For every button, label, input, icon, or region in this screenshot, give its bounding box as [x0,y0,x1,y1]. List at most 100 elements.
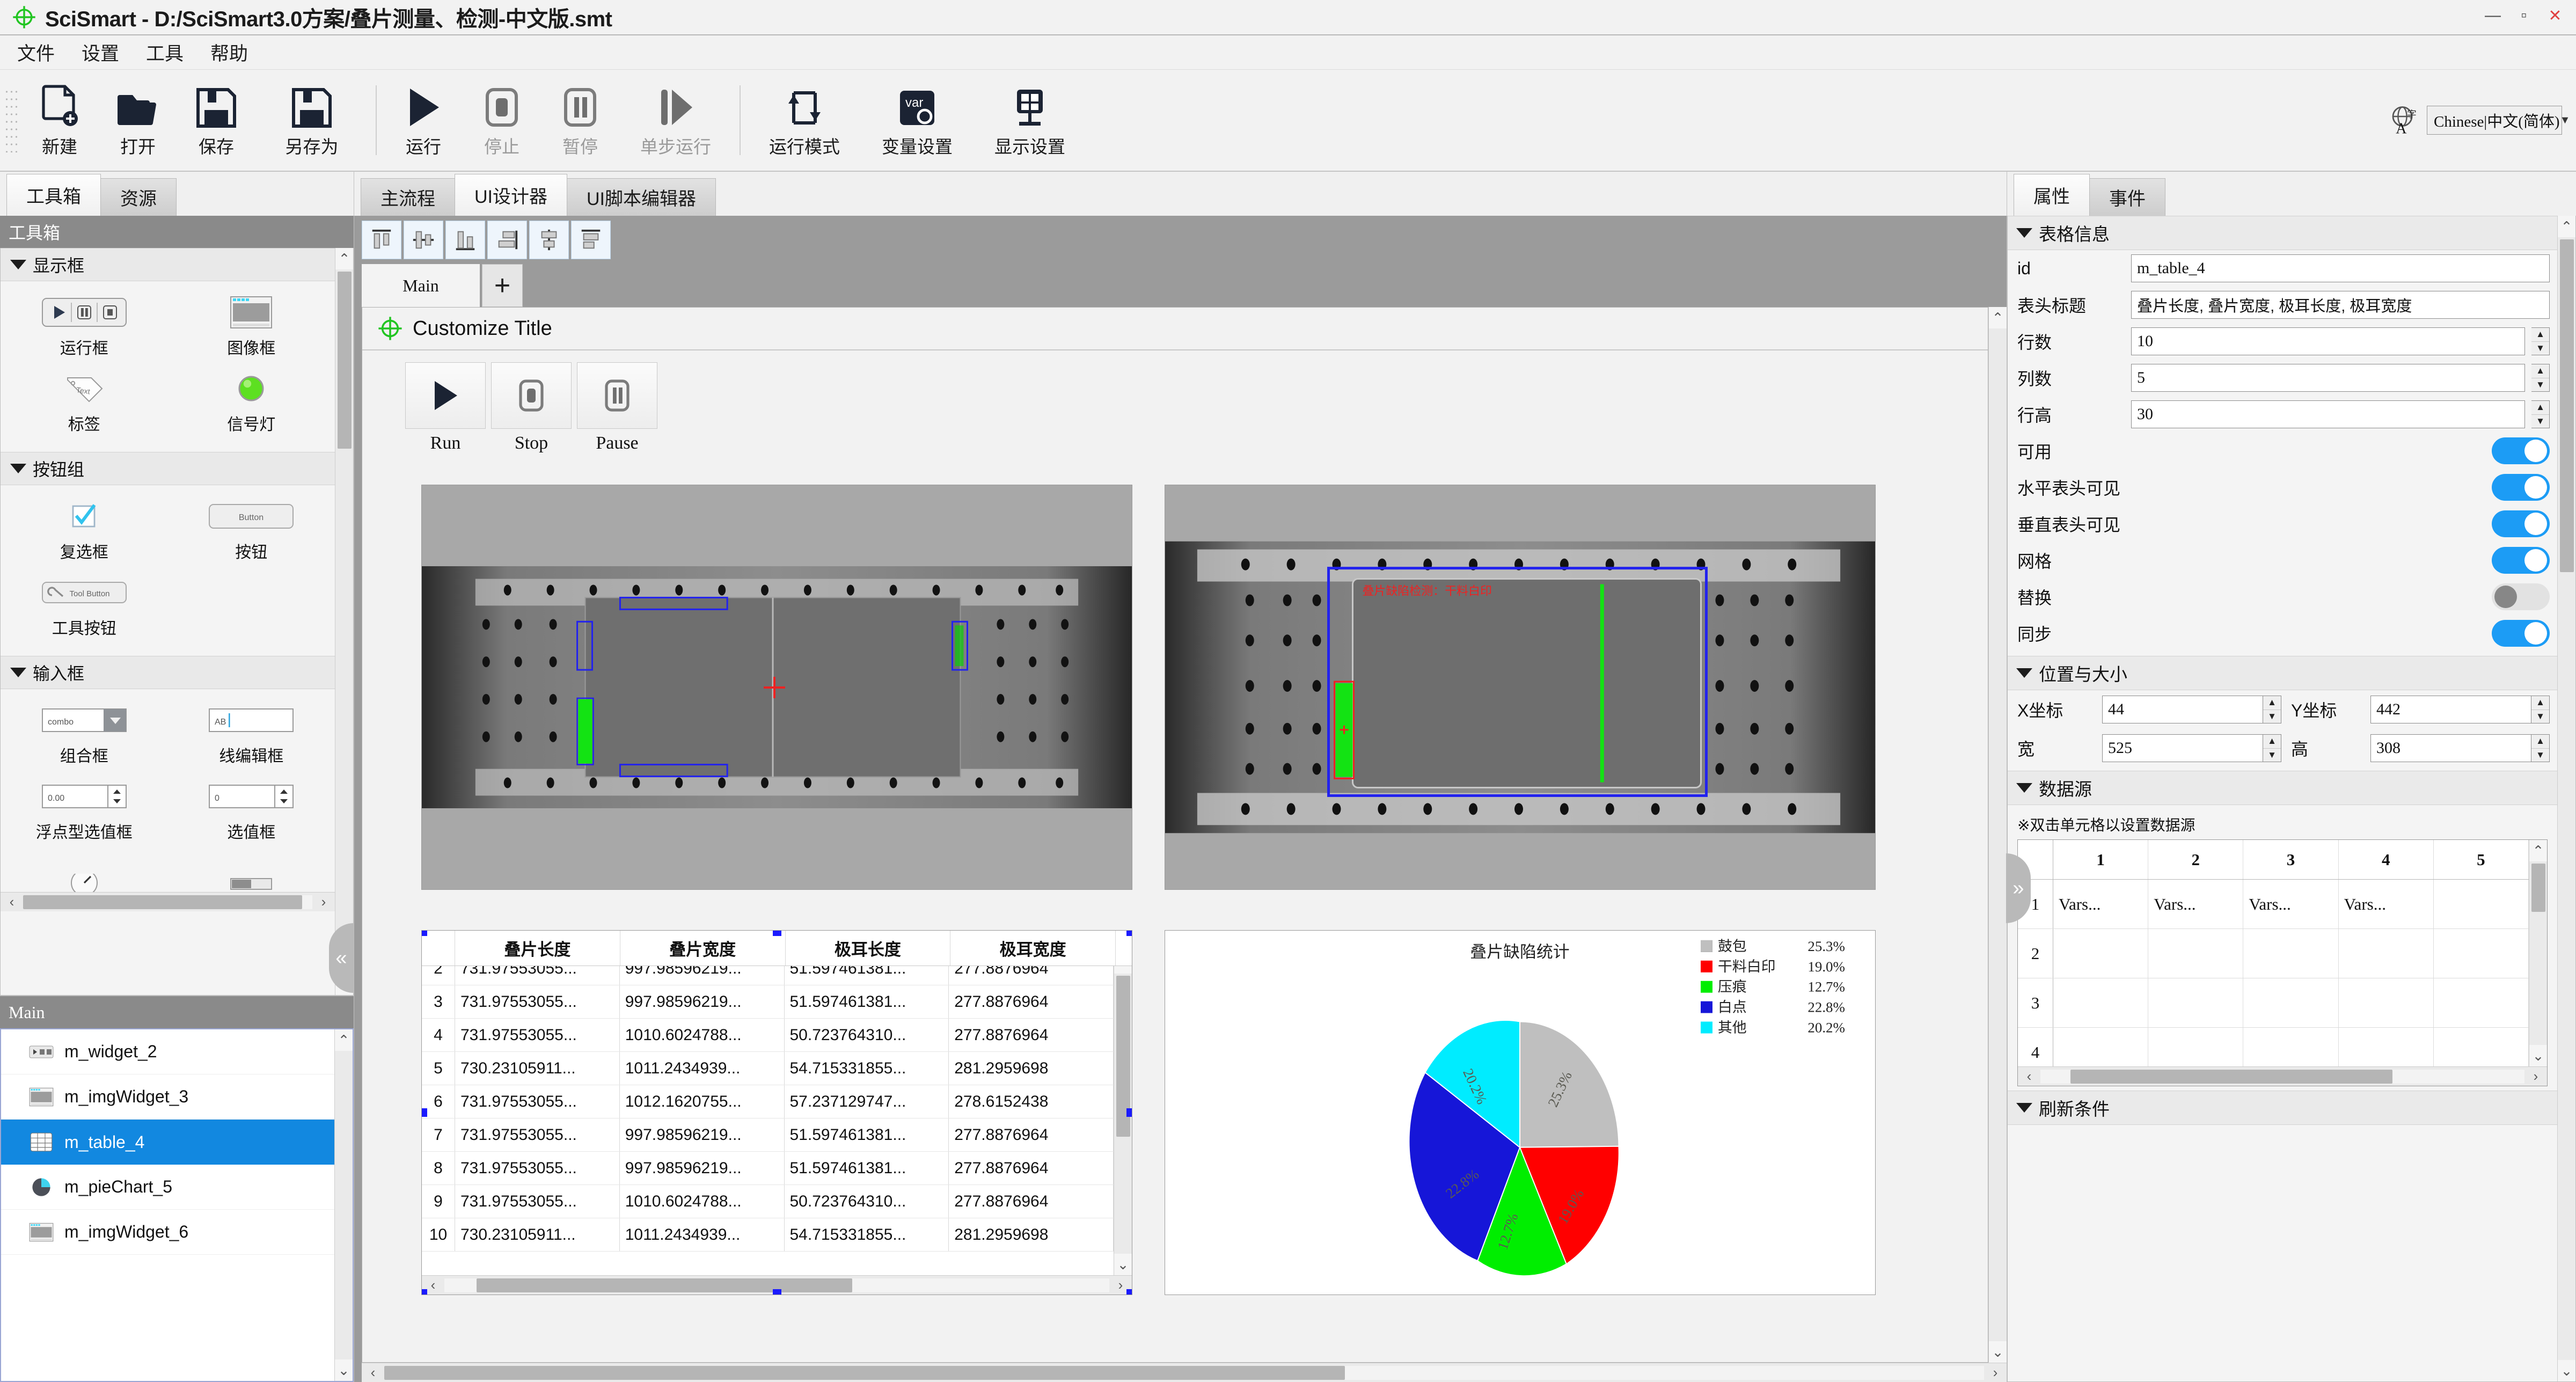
spin-up-icon[interactable]: ▲ [2531,328,2549,342]
tab-main-flow[interactable]: 主流程 [361,178,455,216]
table-row[interactable]: 6 731.97553055... 1012.1620755... 57.237… [422,1085,1114,1118]
grid-toggle[interactable] [2492,547,2550,574]
table-hscrollbar[interactable]: ‹ › [422,1275,1132,1295]
tool-signal-lamp[interactable]: 信号灯 [168,365,335,441]
toolbox-group-inputs[interactable]: 输入框 [1,656,335,689]
toolbox-hscrollbar[interactable]: ‹ › [1,892,335,911]
table-cell[interactable]: 731.97553055... [455,1152,620,1184]
table-cell[interactable]: 731.97553055... [455,1019,620,1051]
spin-down-icon[interactable]: ▼ [2263,749,2281,762]
sync-toggle[interactable] [2492,620,2550,647]
scroll-down-icon[interactable]: ⌄ [335,1359,353,1381]
table-cell[interactable]: 731.97553055... [455,985,620,1018]
vheader-visible-toggle[interactable] [2492,510,2550,537]
scroll-up-icon[interactable]: ⌃ [2529,840,2547,861]
spin-up-icon[interactable]: ▲ [2531,696,2549,710]
scroll-left-icon[interactable]: ‹ [2018,1068,2040,1085]
toolbar-stop-button[interactable]: 停止 [463,75,541,166]
data-source-vscroll-thumb[interactable] [2531,864,2545,912]
table-row[interactable]: 10 730.23105911... 1011.2434939... 54.71… [422,1218,1114,1252]
canvas-stop-button[interactable]: Stop [491,362,572,454]
tool-combobox[interactable]: combo 组合框 [1,697,168,773]
spin-up-icon[interactable]: ▲ [2531,735,2549,749]
canvas-hscrollbar[interactable]: ‹ › [362,1363,2007,1382]
section-position-size[interactable]: 位置与大小 [2008,656,2557,690]
table-cell[interactable]: 731.97553055... [455,1085,620,1118]
replace-toggle[interactable] [2492,583,2550,610]
toolbar-drag-handle[interactable] [4,88,18,152]
toolbar-display-settings-button[interactable]: 显示设置 [974,75,1086,166]
properties-vscrollbar[interactable]: ⌃ ⌄ [2557,216,2575,1381]
toolbox-hscroll-track[interactable] [23,895,312,909]
table-cell[interactable]: 51.597461381... [785,1152,949,1184]
tool-lineedit[interactable]: AB 线编辑框 [168,697,335,773]
table-cell[interactable]: 54.715331855... [785,1218,949,1251]
enabled-toggle[interactable] [2492,437,2550,464]
properties-vscroll-thumb[interactable] [2559,239,2574,572]
row-count-field[interactable]: 10 [2131,327,2525,355]
table-cell[interactable]: 50.723764310... [785,1019,949,1051]
width-stepper[interactable]: ▲ ▼ [2263,734,2281,762]
canvas-run-button[interactable]: Run [405,362,486,454]
canvas-pause-button[interactable]: Pause [577,362,657,454]
add-tab-button[interactable]: + [482,264,523,307]
data-source-col-header[interactable]: 1 [2053,840,2149,879]
toolbox-vscrollbar[interactable]: ⌃ ⌄ [335,248,353,995]
data-source-cell[interactable] [2148,929,2244,978]
tool-gauge[interactable] [1,867,168,892]
section-table-info[interactable]: 表格信息 [2008,216,2557,250]
table-row[interactable]: 4 731.97553055... 1010.6024788... 50.723… [422,1019,1114,1052]
data-source-col-header[interactable]: 4 [2339,840,2434,879]
scroll-up-icon[interactable]: ⌃ [335,248,353,269]
data-source-cell[interactable] [2053,978,2149,1027]
spin-down-icon[interactable]: ▼ [2531,415,2549,428]
table-vscrollbar[interactable]: ⌃ ⌄ [1114,966,1132,1275]
scroll-right-icon[interactable]: › [2524,1068,2547,1085]
table-cell[interactable]: 1010.6024788... [620,1019,785,1051]
data-source-cell[interactable] [2434,978,2529,1027]
spin-up-icon[interactable]: ▲ [2263,735,2281,749]
table-cell[interactable]: 281.2959698 [949,1218,1114,1251]
table-cell[interactable]: 1011.2434939... [620,1052,785,1085]
scroll-left-icon[interactable]: ‹ [1,894,23,910]
table-row[interactable]: 8 731.97553055... 997.98596219... 51.597… [422,1152,1114,1185]
table-cell[interactable]: 997.98596219... [620,1152,785,1184]
data-source-cell[interactable] [2243,929,2339,978]
canvas-hscroll-track[interactable] [384,1365,1984,1380]
canvas-vscrollbar[interactable]: ⌃ ⌄ [1988,307,2007,1363]
scroll-down-icon[interactable]: ⌄ [2558,1360,2575,1381]
data-source-hscroll-thumb[interactable] [2070,1069,2392,1084]
section-data-source[interactable]: 数据源 [2008,771,2557,805]
spin-up-icon[interactable]: ▲ [2531,364,2549,378]
scroll-right-icon[interactable]: › [1109,1277,1132,1293]
list-item[interactable]: m_imgWidget_3 [1,1074,334,1120]
subtab-main[interactable]: Main [362,264,480,307]
row-count-stepper[interactable]: ▲ ▼ [2531,327,2550,355]
tool-spinbox[interactable]: 0 选值框 [168,773,335,849]
minimize-button[interactable]: — [2477,3,2508,28]
toolbar-run-mode-button[interactable]: 运行模式 [748,75,861,166]
maximize-button[interactable]: ▫ [2508,3,2540,28]
scroll-left-icon[interactable]: ‹ [422,1277,444,1293]
table-cell[interactable]: 1012.1620755... [620,1085,785,1118]
tool-tool-button[interactable]: Tool Button 工具按钮 [1,569,168,645]
spin-down-icon[interactable]: ▼ [2263,710,2281,723]
header-titles-field[interactable]: 叠片长度, 叠片宽度, 极耳长度, 极耳宽度 [2131,291,2550,319]
table-cell[interactable]: 731.97553055... [455,966,620,985]
table-cell[interactable]: 731.97553055... [455,1118,620,1151]
x-coord-stepper[interactable]: ▲ ▼ [2263,696,2281,723]
table-cell[interactable]: 54.715331855... [785,1052,949,1085]
table-cell[interactable]: 997.98596219... [620,966,785,985]
tab-toolbox[interactable]: 工具箱 [6,174,101,216]
align-top-icon[interactable] [571,221,611,259]
table-cell[interactable]: 997.98596219... [620,985,785,1018]
row-height-stepper[interactable]: ▲ ▼ [2531,400,2550,428]
data-source-cell[interactable] [2148,978,2244,1027]
table-cell[interactable]: 731.97553055... [455,1185,620,1218]
toolbar-saveas-button[interactable]: 另存为 [255,75,368,166]
table-cell[interactable]: 997.98596219... [620,1118,785,1151]
data-source-cell[interactable] [2339,978,2434,1027]
table-hscroll-thumb[interactable] [477,1278,852,1292]
col-count-stepper[interactable]: ▲ ▼ [2531,364,2550,392]
table-cell[interactable]: 277.8876964 [949,1118,1114,1151]
